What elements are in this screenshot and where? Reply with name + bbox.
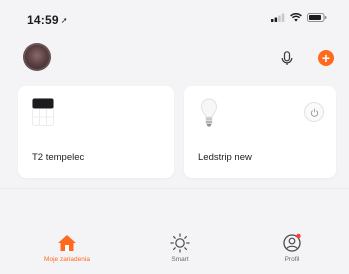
device-card-ledstrip[interactable]: Ledstrip new <box>184 86 336 178</box>
tab-label: Profil <box>284 256 300 263</box>
wifi-icon <box>290 13 302 22</box>
location-icon: ➚ <box>60 16 68 25</box>
thermostat-icon <box>32 98 54 126</box>
device-name: T2 tempelec <box>32 152 85 163</box>
system-icons <box>271 13 327 22</box>
device-card-thermostat[interactable]: T2 tempelec <box>18 86 174 178</box>
home-icon <box>58 235 76 251</box>
home-header: + <box>0 40 349 80</box>
plus-icon: + <box>321 50 331 66</box>
profile-icon <box>283 233 301 252</box>
power-button[interactable] <box>304 102 324 122</box>
sun-icon <box>170 233 190 253</box>
cellular-signal-icon <box>271 13 285 22</box>
status-time: 14:59 ➚ <box>27 13 68 27</box>
divider <box>0 188 349 189</box>
status-time-text: 14:59 <box>27 13 59 27</box>
tab-label: Moje zariadenia <box>44 256 90 263</box>
device-name: Ledstrip new <box>198 152 252 163</box>
avatar[interactable] <box>23 43 51 71</box>
microphone-icon[interactable] <box>281 51 293 66</box>
add-device-button[interactable]: + <box>318 50 334 66</box>
status-bar: 14:59 ➚ <box>0 0 349 38</box>
bottom-tab-bar: Moje zariadenia Smart Profil <box>0 230 349 274</box>
tab-profile[interactable]: Profil <box>262 232 322 263</box>
tab-label: Smart <box>171 256 189 263</box>
tab-my-devices[interactable]: Moje zariadenia <box>37 232 97 263</box>
power-icon <box>310 108 318 117</box>
tab-smart[interactable]: Smart <box>150 232 210 263</box>
battery-icon <box>307 13 327 22</box>
bulb-icon <box>200 98 218 127</box>
